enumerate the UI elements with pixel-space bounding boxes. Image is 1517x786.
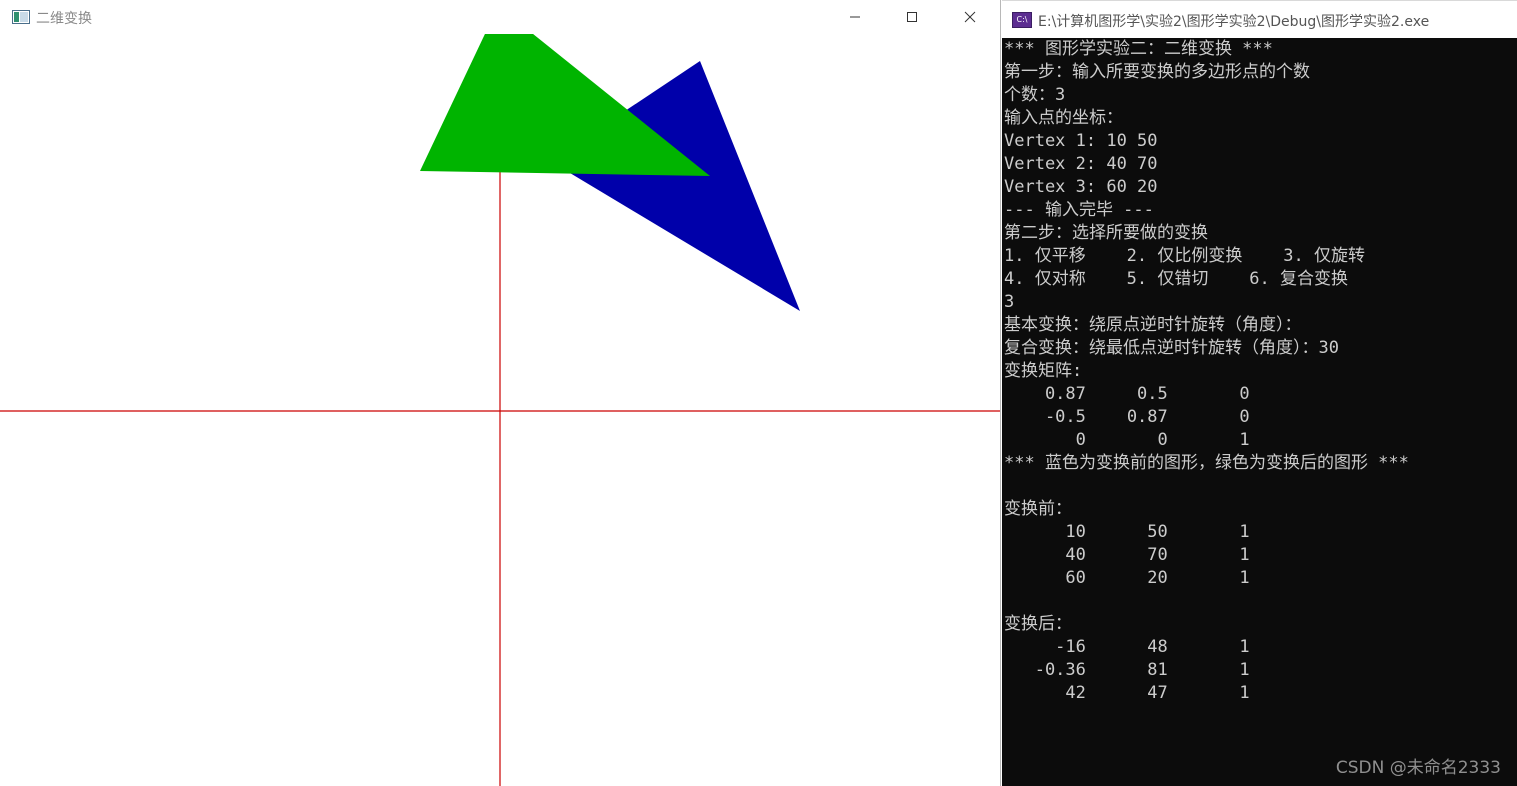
console-line: 42 47 1 — [1004, 683, 1250, 703]
console-line: 0.87 0.5 0 — [1004, 384, 1250, 404]
console-line: *** 蓝色为变换前的图形，绿色为变换后的图形 *** — [1004, 453, 1409, 473]
console-line: 60 20 1 — [1004, 568, 1250, 588]
console-line: Vertex 2: 40 70 — [1004, 154, 1158, 174]
console-output[interactable]: *** 图形学实验二：二维变换 *** 第一步：输入所要变换的多边形点的个数 个数：… — [1004, 38, 1517, 786]
console-line: Vertex 3: 60 20 — [1004, 177, 1158, 197]
console-line: 0 0 1 — [1004, 430, 1250, 450]
close-button[interactable] — [941, 0, 999, 34]
window-title: 二维变换 — [36, 11, 92, 27]
console-line: 第二步：选择所要做的变换 — [1004, 223, 1208, 243]
console-line: 变换后： — [1004, 614, 1072, 634]
console-line: 变换前： — [1004, 499, 1072, 519]
console-app-icon: C:\ — [1012, 12, 1032, 28]
minimize-icon — [850, 16, 860, 18]
close-icon — [964, 11, 976, 23]
app-window-icon — [12, 9, 30, 24]
console-line: 40 70 1 — [1004, 545, 1250, 565]
console-line: 复合变换：绕最低点逆时针旋转（角度）：30 — [1004, 338, 1339, 358]
console-titlebar[interactable]: C:\ E:\计算机图形学\实验2\图形学实验2\Debug\图形学实验2.ex… — [1002, 0, 1517, 38]
console-line: *** 图形学实验二：二维变换 *** — [1004, 39, 1273, 59]
console-line: -0.5 0.87 0 — [1004, 407, 1250, 427]
console-line: -0.36 81 1 — [1004, 660, 1250, 680]
opengl-window: 二维变换 — [0, 0, 1001, 786]
console-line: -16 48 1 — [1004, 637, 1250, 657]
maximize-button[interactable] — [883, 0, 941, 34]
watermark: CSDN @未命名2333 — [1335, 758, 1501, 778]
gl-canvas — [0, 34, 1000, 786]
console-line: 输入点的坐标： — [1004, 108, 1123, 128]
console-line: 变换矩阵: — [1004, 361, 1083, 381]
maximize-icon — [907, 12, 917, 22]
console-line: 个数：3 — [1004, 85, 1066, 105]
console-title: E:\计算机图形学\实验2\图形学实验2\Debug\图形学实验2.exe — [1038, 14, 1430, 30]
console-line: 3 — [1004, 292, 1015, 312]
scene-svg — [0, 34, 1000, 786]
console-window: C:\ E:\计算机图形学\实验2\图形学实验2\Debug\图形学实验2.ex… — [1002, 0, 1517, 786]
console-line: 第一步：输入所要变换的多边形点的个数 — [1004, 62, 1310, 82]
console-line: --- 输入完毕 --- — [1004, 200, 1154, 220]
console-line: Vertex 1: 10 50 — [1004, 131, 1158, 151]
console-line: 基本变换：绕原点逆时针旋转（角度）： — [1004, 315, 1302, 335]
opengl-titlebar[interactable]: 二维变换 — [0, 0, 1000, 34]
console-line: 1. 仅平移 2. 仅比例变换 3. 仅旋转 — [1004, 246, 1365, 266]
console-line: 4. 仅对称 5. 仅错切 6. 复合变换 — [1004, 269, 1348, 289]
minimize-button[interactable] — [826, 0, 884, 34]
console-line: 10 50 1 — [1004, 522, 1250, 542]
